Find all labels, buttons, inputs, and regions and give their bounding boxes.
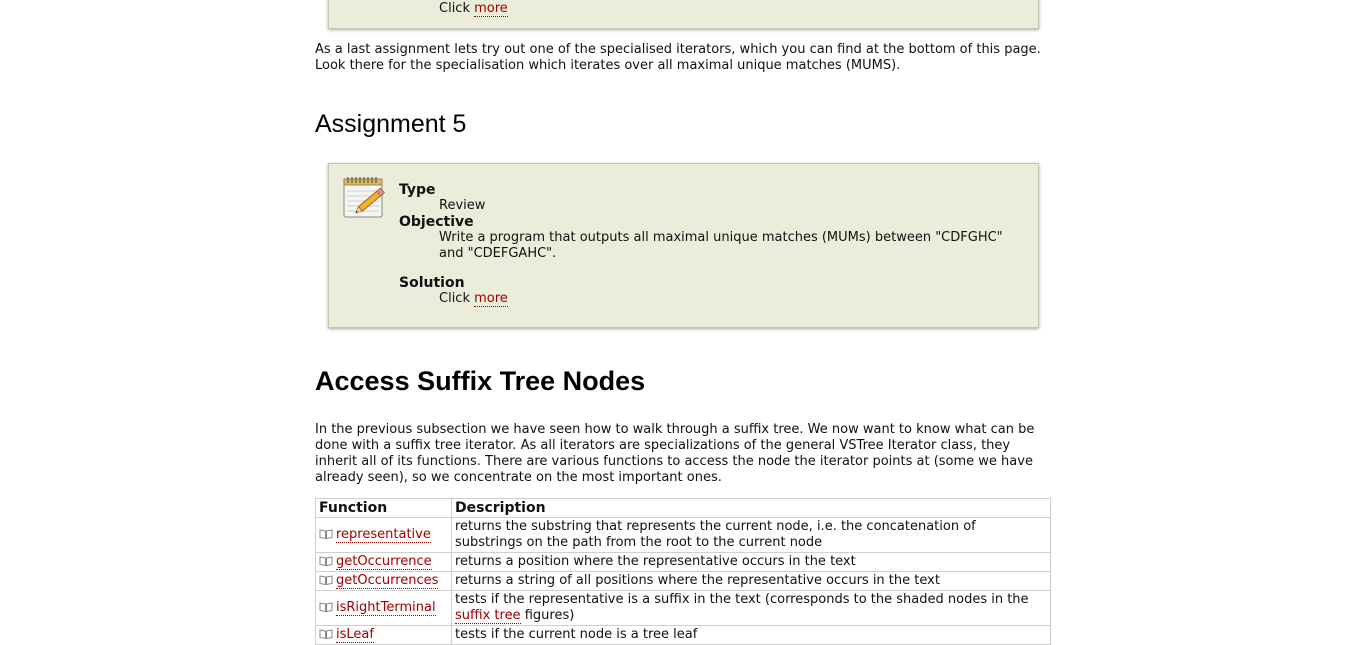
solution-more-link[interactable]: more (474, 291, 508, 307)
objective-label: Objective (399, 214, 474, 230)
solution-click-text: Click (439, 291, 470, 306)
access-paragraph: In the previous subsection we have seen … (315, 422, 1035, 485)
book-icon (319, 556, 333, 566)
description-cell: returns the substring that represents th… (451, 517, 1051, 553)
function-link-isrightterminal[interactable]: isRightTerminal (336, 600, 436, 616)
table-row: isLeaf tests if the current node is a tr… (315, 625, 1051, 645)
assignment-5-heading: Assignment 5 (315, 110, 467, 138)
more-link[interactable]: more (474, 1, 508, 17)
description-cell: returns a position where the representat… (451, 552, 1051, 572)
objective-value: Write a program that outputs all maximal… (439, 230, 1003, 261)
suffix-tree-link[interactable]: suffix tree (455, 608, 521, 624)
solution-label: Solution (399, 275, 465, 291)
description-cell: tests if the current node is a tree leaf (451, 625, 1051, 645)
access-suffix-tree-nodes-heading: Access Suffix Tree Nodes (315, 366, 646, 396)
function-cell: getOccurrences (315, 571, 452, 591)
table-header-row: Function Description (315, 498, 1051, 518)
function-cell: isLeaf (315, 625, 452, 645)
description-text: tests if the representative is a suffix … (455, 592, 1029, 607)
assignment-5-definition-list: Type Review Objective Write a program th… (399, 182, 1024, 307)
description-column-header: Description (451, 498, 1051, 518)
previous-assignment-box: Click more (328, 0, 1039, 29)
book-icon (319, 529, 333, 539)
function-table: Function Description representative retu… (315, 498, 1051, 645)
table-row: getOccurrences returns a string of all p… (315, 571, 1051, 591)
type-label: Type (399, 182, 436, 198)
function-cell: representative (315, 517, 452, 553)
description-text: figures) (524, 608, 575, 623)
function-link-isleaf[interactable]: isLeaf (336, 627, 374, 643)
solution-value: Click more (439, 291, 1024, 307)
table-row: getOccurrence returns a position where t… (315, 552, 1051, 572)
book-icon (319, 629, 333, 639)
function-link-getoccurrence[interactable]: getOccurrence (336, 554, 432, 570)
table-row: representative returns the substring tha… (315, 517, 1051, 553)
description-cell: tests if the representative is a suffix … (451, 590, 1051, 626)
intro-paragraph: As a last assignment lets try out one of… (315, 42, 1041, 73)
function-link-representative[interactable]: representative (336, 527, 431, 543)
function-link-getoccurrences[interactable]: getOccurrences (336, 573, 439, 589)
assignment-5-box: Type Review Objective Write a program th… (328, 163, 1039, 328)
notepad-pencil-icon (343, 177, 385, 218)
book-icon (319, 602, 333, 612)
click-text: Click (439, 1, 470, 16)
description-cell: returns a string of all positions where … (451, 571, 1051, 591)
previous-solution-line: Click more (439, 1, 508, 17)
function-column-header: Function (315, 498, 452, 518)
book-icon (319, 575, 333, 585)
table-row: isRightTerminal tests if the representat… (315, 590, 1051, 626)
type-value: Review (439, 198, 486, 213)
function-cell: getOccurrence (315, 552, 452, 572)
function-cell: isRightTerminal (315, 590, 452, 626)
